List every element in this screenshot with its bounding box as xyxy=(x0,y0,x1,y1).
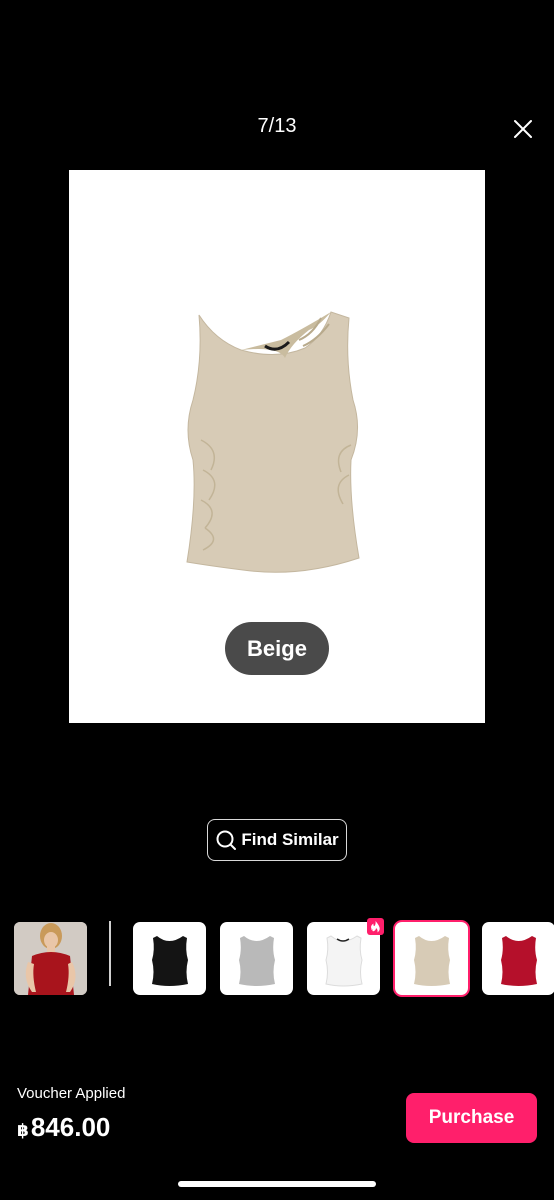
thumbnail-model-photo[interactable] xyxy=(14,922,87,995)
product-image-viewer: 7/13 Beige Find Similar Voucher Applied … xyxy=(0,0,554,1200)
voucher-applied-text: Voucher Applied xyxy=(17,1085,126,1102)
variant-thumbnail-strip xyxy=(0,921,554,997)
close-icon[interactable] xyxy=(511,117,535,141)
price: ฿ 846.00 xyxy=(17,1112,110,1143)
thumbnail-divider xyxy=(109,921,111,986)
tank-top-image xyxy=(186,311,360,573)
find-similar-label: Find Similar xyxy=(241,830,339,849)
thumbnail-variant-red[interactable] xyxy=(482,922,554,995)
flame-icon xyxy=(367,918,384,935)
price-value: 846.00 xyxy=(30,1112,111,1142)
thumbnail-variant-grey[interactable] xyxy=(220,922,293,995)
thumbnail-variant-black[interactable] xyxy=(133,922,206,995)
home-indicator[interactable] xyxy=(178,1181,376,1187)
product-image[interactable]: Beige xyxy=(69,170,485,723)
purchase-button[interactable]: Purchase xyxy=(406,1093,537,1143)
find-similar-button[interactable]: Find Similar xyxy=(207,819,347,861)
thumbnail-variant-beige[interactable] xyxy=(395,922,468,995)
image-counter: 7/13 xyxy=(257,115,297,137)
color-label: Beige xyxy=(225,622,329,675)
currency-symbol: ฿ xyxy=(17,1121,29,1140)
search-icon xyxy=(216,830,237,850)
